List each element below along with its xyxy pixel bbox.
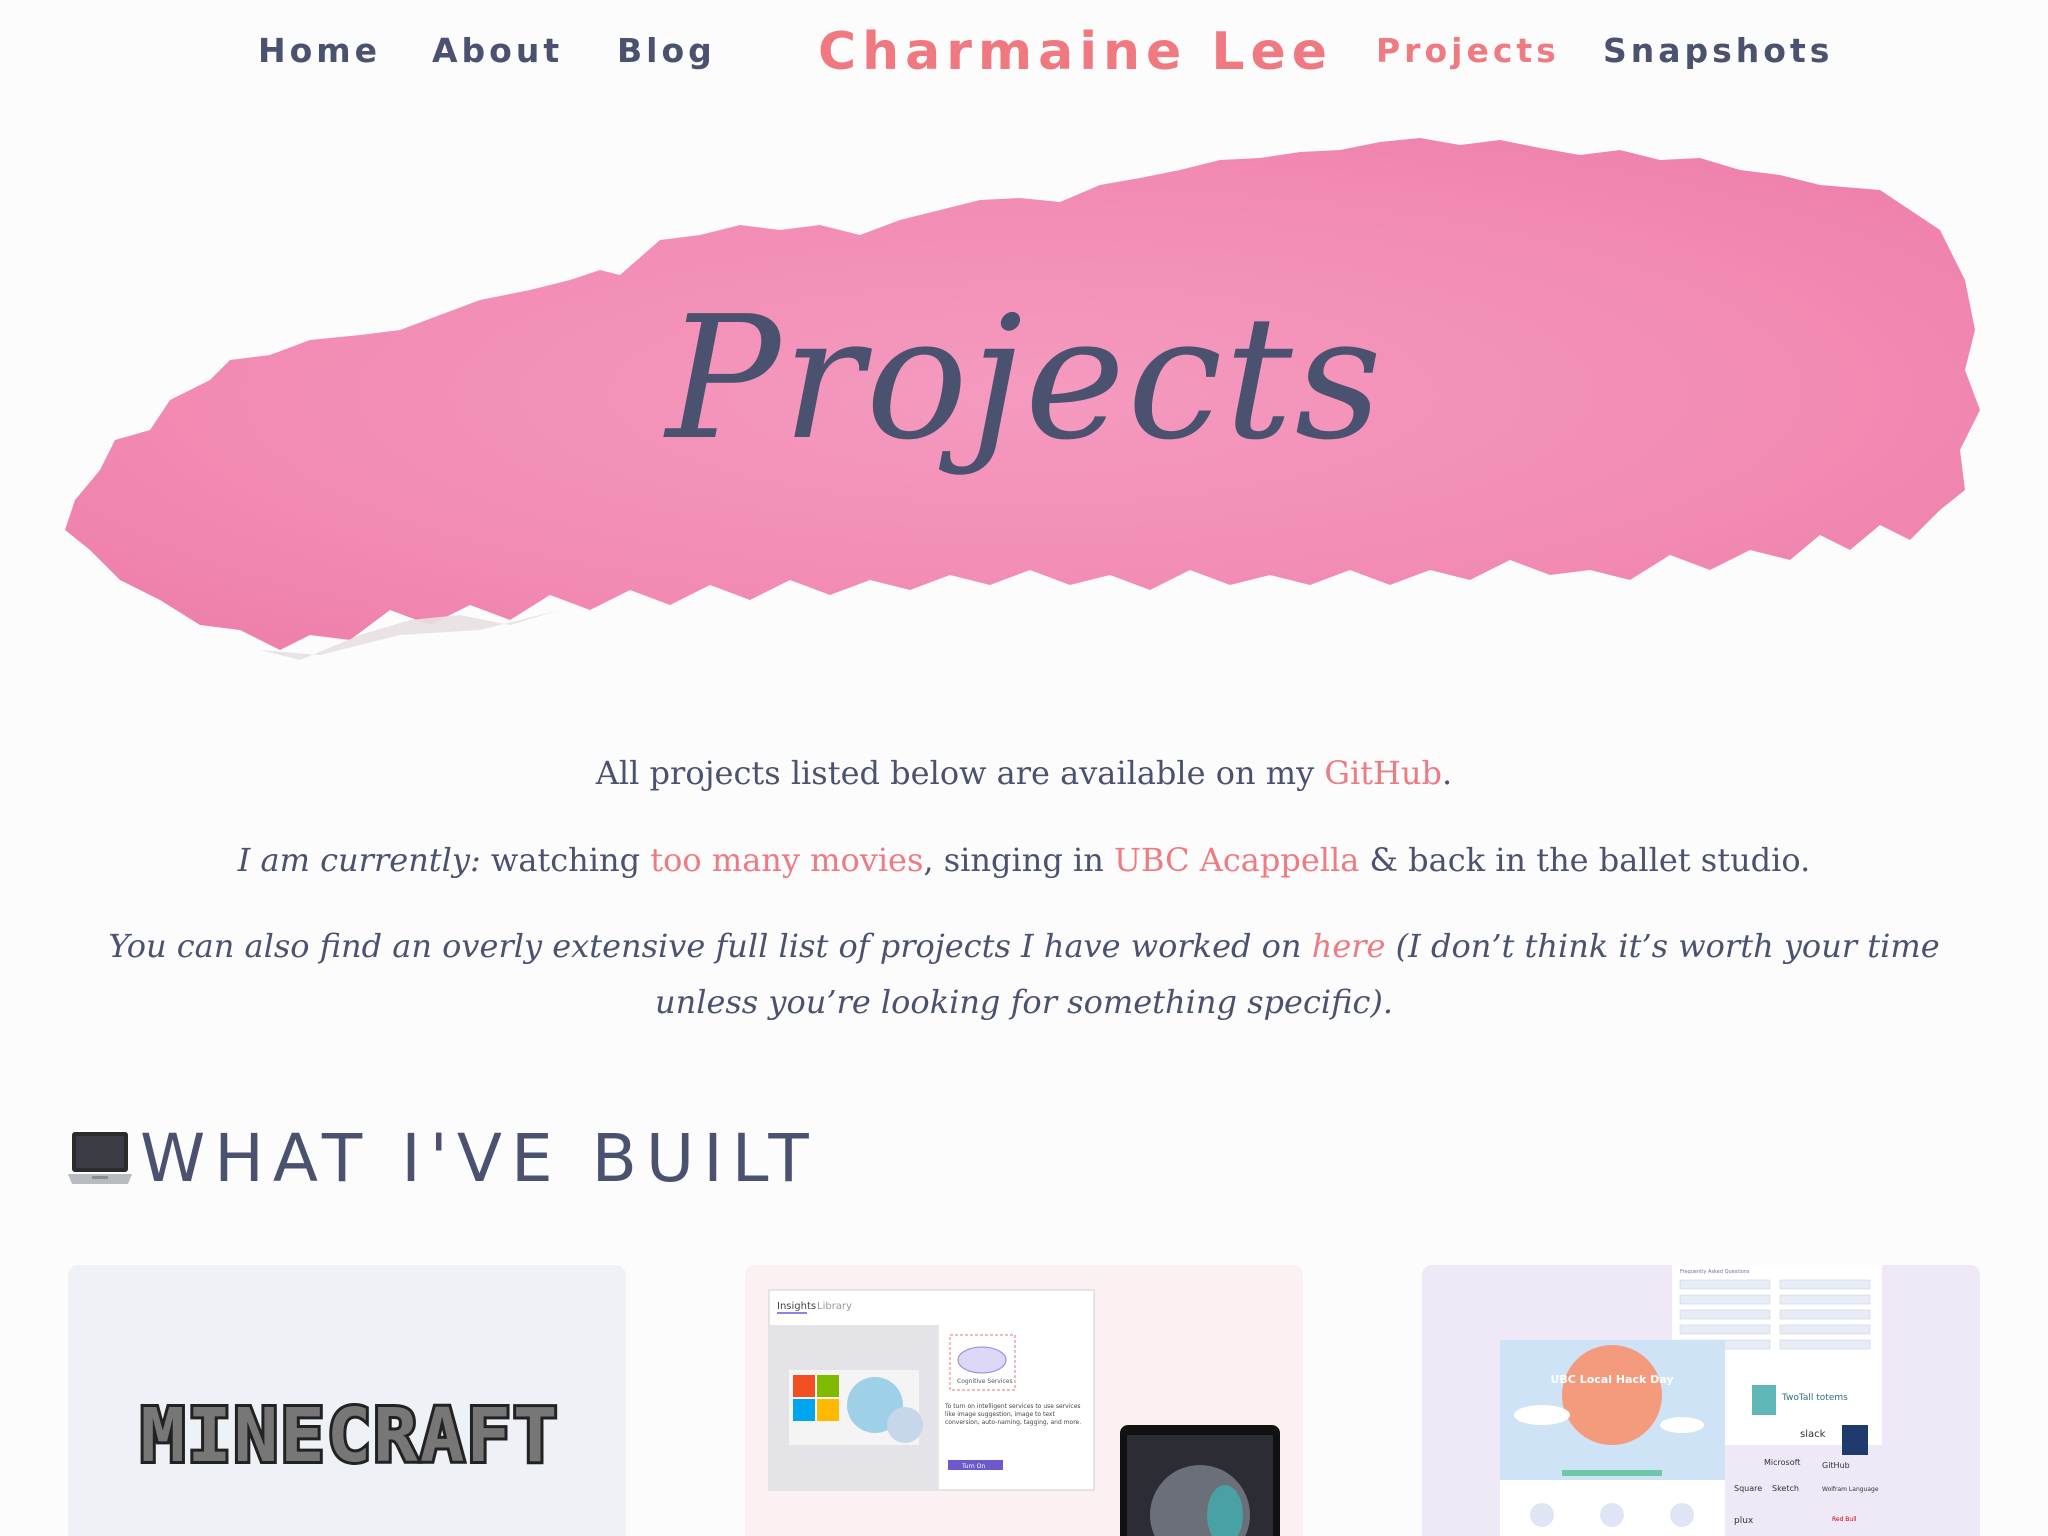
section-heading-text: WHAT I'VE BUILT [140,1120,818,1197]
service-label: Cognitive Services [957,1378,1013,1385]
site-brand[interactable]: Charmaine Lee [818,22,1333,82]
faq-title: Frequently Asked Questions [1680,1269,1750,1275]
full-list-link[interactable]: here [1312,927,1386,965]
sponsor-sketch: Sketch [1772,1484,1799,1493]
hackday-title: UBC Local Hack Day [1550,1373,1673,1386]
nav-home[interactable]: Home [258,31,381,70]
project-card-hackday[interactable]: Frequently Asked Questions UBC Local Hac… [1422,1265,1980,1536]
movies-link[interactable]: too many movies [650,841,923,879]
turn-on-button: Turn On [961,1463,985,1470]
service-description: To turn on intelligent services to use s… [945,1403,1082,1426]
intro-currently-line: I am currently: watching too many movies… [60,832,1988,888]
project-card-insights[interactable]: Insights Library Cognitive Services To t… [745,1265,1303,1536]
hackday-collage: Frequently Asked Questions UBC Local Hac… [1500,1265,1882,1536]
tab-library: Library [817,1301,852,1312]
sponsor-slack: slack [1800,1429,1826,1440]
nav-about[interactable]: About [432,31,563,70]
intro-text: , singing in [923,841,1115,879]
intro-text: All projects listed below are available … [595,754,1325,792]
nav-snapshots[interactable]: Snapshots [1603,31,1833,70]
sponsor-plux: plux [1734,1516,1754,1526]
section-heading-built: WHAT I'VE BUILT [68,1120,818,1197]
nav-blog[interactable]: Blog [617,31,716,70]
ubc-acappella-link[interactable]: UBC Acappella [1114,841,1359,879]
intro-text: You can also find an overly extensive fu… [108,927,1312,965]
svg-text:MINECRAFT: MINECRAFT [141,1395,560,1475]
sponsor-github: GitHub [1822,1461,1850,1470]
laptop-icon [68,1128,132,1190]
insights-app-screenshot: Insights Library Cognitive Services To t… [768,1289,1280,1536]
tab-insights: Insights [777,1301,816,1312]
intro-github-line: All projects listed below are available … [60,745,1988,801]
minecraft-logo: MINECRAFT [138,1395,561,1475]
sponsor-redbull: Red Bull [1832,1516,1857,1523]
intro-text: watching [480,841,651,879]
github-link[interactable]: GitHub [1324,754,1442,792]
top-nav: Home About Blog Charmaine Lee Projects S… [0,0,2048,110]
hero-title: Projects [665,280,1385,478]
hero-banner: Projects [60,130,1990,690]
nav-projects[interactable]: Projects [1376,31,1560,70]
sponsor-microsoft: Microsoft [1764,1458,1800,1467]
intro-text: & back in the ballet studio. [1359,841,1811,879]
intro-text: . [1442,754,1453,792]
sponsor-square: Square [1734,1484,1762,1493]
sponsor-twotall: TwoTall totems [1781,1393,1848,1403]
intro-full-list-line: You can also find an overly extensive fu… [60,918,1988,1030]
sponsor-wolfram: Wolfram Language [1822,1486,1879,1493]
intro-currently-label: I am currently: [237,841,481,879]
project-card-minecraft[interactable]: MINECRAFT [68,1265,626,1536]
